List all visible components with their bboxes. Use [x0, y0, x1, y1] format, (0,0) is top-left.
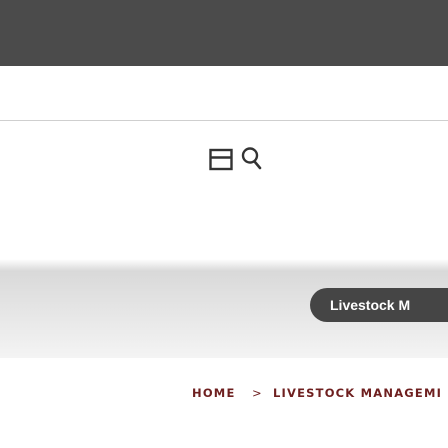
breadcrumb: HOME > LIVESTOCK MANAGEMI: [0, 380, 448, 406]
breadcrumb-current: LIVESTOCK MANAGEMI: [273, 386, 443, 400]
search-icon[interactable]: [236, 144, 264, 172]
header-divider: [0, 120, 448, 121]
page: Livestock M HOME > LIVESTOCK MANAGEMI: [0, 0, 448, 448]
breadcrumb-separator: >: [252, 386, 263, 400]
hamburger-menu-icon[interactable]: [207, 145, 235, 173]
top-bar: [0, 0, 448, 66]
banner-shadow: [0, 259, 448, 271]
banner-title: Livestock M: [310, 288, 448, 322]
breadcrumb-home-link[interactable]: HOME: [192, 380, 236, 406]
